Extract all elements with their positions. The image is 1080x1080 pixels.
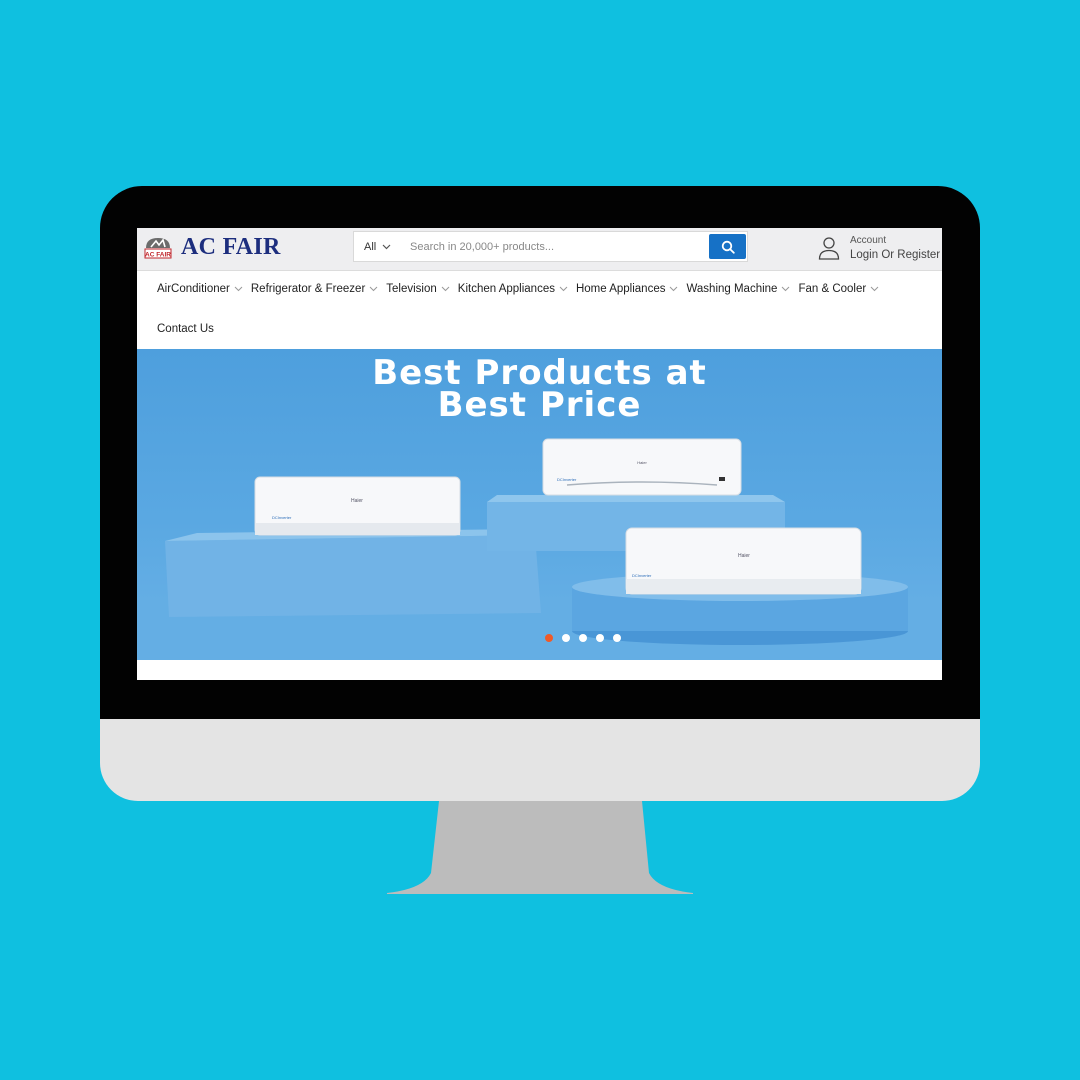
logo-text: AC FAIR — [181, 234, 281, 260]
carousel-dot-4[interactable] — [596, 634, 604, 642]
nav-item-kitchen-appliances[interactable]: Kitchen Appliances — [458, 283, 568, 295]
search-icon — [721, 240, 735, 254]
svg-text:Haier: Haier — [351, 498, 363, 504]
chevron-down-icon — [382, 244, 391, 249]
nav-item-label: Kitchen Appliances — [457, 283, 555, 295]
carousel-dot-2[interactable] — [562, 634, 570, 642]
monitor-stand — [387, 801, 693, 894]
carousel-dot-3[interactable] — [579, 634, 587, 642]
nav-item-label: Television — [386, 283, 437, 295]
carousel-dot-1[interactable] — [545, 634, 553, 642]
site-logo[interactable]: AC FAIR AC FAIR — [143, 234, 281, 261]
chevron-down-icon — [369, 286, 378, 292]
svg-text:AC FAIR: AC FAIR — [145, 251, 171, 258]
ac-unit-top: Haier DCInverter — [542, 438, 742, 496]
ac-unit-left: Haier DCInverter — [254, 476, 461, 536]
carousel-dot-5[interactable] — [613, 634, 621, 642]
nav-item-label: Home Appliances — [575, 283, 666, 295]
user-icon — [818, 237, 840, 260]
nav-item-label: Washing Machine — [686, 283, 778, 295]
chevron-down-icon — [870, 286, 879, 292]
svg-text:DCInverter: DCInverter — [557, 477, 577, 482]
svg-text:Haier: Haier — [637, 460, 647, 465]
chevron-down-icon — [441, 286, 450, 292]
page-content-start — [137, 660, 942, 680]
svg-text:Haier: Haier — [738, 553, 750, 559]
chevron-down-icon — [559, 286, 568, 292]
chevron-down-icon — [670, 286, 678, 292]
nav-item-home-appliances[interactable]: Home Appliances — [576, 283, 679, 295]
nav-item-label: AirConditioner — [157, 283, 230, 295]
carousel-dots — [545, 634, 630, 642]
nav-item-fan-cooler[interactable]: Fan & Cooler — [798, 283, 879, 295]
nav-item-label: Fan & Cooler — [798, 283, 867, 295]
hero-title: Best Products at Best Price — [137, 356, 942, 425]
account-label: Account — [850, 235, 887, 246]
search-category-label: All — [364, 240, 377, 253]
hero-banner[interactable]: Haier DCInverter Haier DCInverter Haier … — [137, 349, 942, 660]
search-input[interactable] — [402, 232, 708, 261]
search-category-select[interactable]: All — [354, 232, 402, 261]
website-screen: AC FAIR AC FAIR All Accoun — [137, 228, 942, 680]
nav-row: AirConditioner Refrigerator & Freezer Te… — [157, 283, 887, 295]
search-button[interactable] — [709, 234, 746, 259]
logo-mark-icon: AC FAIR — [144, 237, 172, 258]
nav-item-washing-machine[interactable]: Washing Machine — [686, 283, 790, 295]
nav-item-label: Refrigerator & Freezer — [250, 283, 366, 295]
nav-item-refrigerator-freezer[interactable]: Refrigerator & Freezer — [251, 283, 378, 295]
nav-item-television[interactable]: Television — [386, 283, 450, 295]
login-register-link[interactable]: Login Or Register — [850, 248, 940, 263]
ac-unit-front: Haier DCInverter — [625, 527, 862, 595]
chevron-down-icon — [782, 286, 790, 292]
nav-item-airconditioner[interactable]: AirConditioner — [157, 283, 243, 295]
svg-text:DCInverter: DCInverter — [632, 573, 652, 578]
account-menu[interactable]: Account Login Or Register — [817, 233, 940, 263]
category-nav: AirConditioner Refrigerator & Freezer Te… — [137, 271, 942, 349]
svg-text:DCInverter: DCInverter — [272, 515, 292, 520]
hero-title-line2: Best Price — [437, 385, 642, 425]
account-text: Account Login Or Register — [850, 233, 940, 263]
chevron-down-icon — [234, 286, 243, 292]
nav-item-contact-us[interactable]: Contact Us — [157, 323, 214, 335]
monitor-chin — [100, 719, 980, 801]
header-bar: AC FAIR AC FAIR All Accoun — [137, 228, 942, 271]
search-bar: All — [353, 231, 748, 262]
